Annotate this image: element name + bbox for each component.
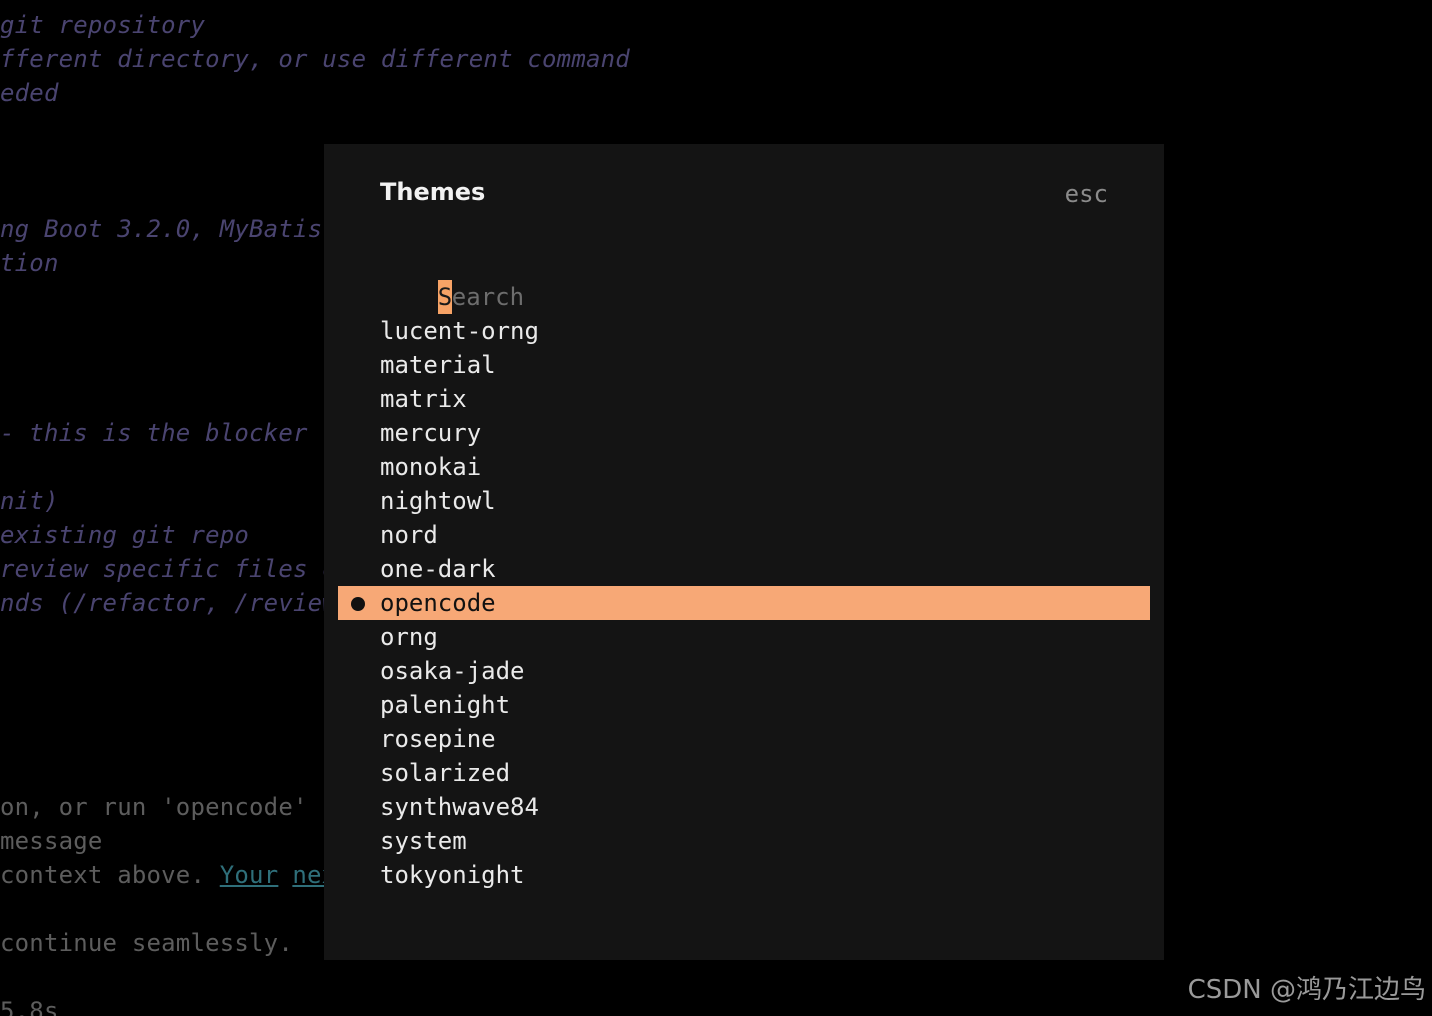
terminal-link[interactable]: Your: [220, 861, 279, 889]
terminal-line: - this is the blocker fo: [0, 419, 352, 447]
theme-label: opencode: [380, 589, 496, 617]
theme-item[interactable]: system: [338, 824, 1150, 858]
terminal-line: git repository: [0, 11, 206, 39]
search-placeholder: earch: [451, 283, 525, 311]
theme-label: nord: [380, 521, 438, 549]
theme-item[interactable]: osaka-jade: [338, 654, 1150, 688]
theme-label: solarized: [380, 759, 511, 787]
theme-item[interactable]: nord: [338, 518, 1150, 552]
theme-item[interactable]: material: [338, 348, 1150, 382]
theme-item[interactable]: solarized: [338, 756, 1150, 790]
theme-label: orng: [380, 623, 438, 651]
theme-item[interactable]: rosepine: [338, 722, 1150, 756]
theme-label: nightowl: [380, 487, 496, 515]
theme-label: system: [380, 827, 467, 855]
theme-list: lucent-orng material matrix mercury monokai n…: [338, 314, 1150, 892]
theme-item[interactable]: mercury: [338, 416, 1150, 450]
watermark: CSDN @鸿乃江边鸟: [1187, 975, 1426, 1005]
terminal-line: continue seamlessly.: [0, 929, 293, 957]
theme-item[interactable]: monokai: [338, 450, 1150, 484]
terminal-line: fferent directory, or use different comm…: [0, 45, 630, 73]
terminal-line: review specific files di: [0, 555, 352, 583]
terminal-line: nit): [0, 487, 59, 515]
terminal-line: 5.8s: [0, 997, 59, 1016]
selected-dot-icon: [351, 597, 365, 611]
theme-label: lucent-orng: [380, 317, 539, 345]
theme-label: material: [380, 351, 496, 379]
theme-label: monokai: [380, 453, 482, 481]
theme-item[interactable]: orng: [338, 620, 1150, 654]
terminal-line: existing git repo: [0, 521, 250, 549]
theme-item[interactable]: synthwave84: [338, 790, 1150, 824]
text-cursor: S: [437, 280, 452, 314]
theme-label: palenight: [380, 691, 511, 719]
terminal-line: on, or run 'opencode' in: [0, 793, 352, 821]
theme-label: tokyonight: [380, 861, 525, 889]
theme-item[interactable]: lucent-orng: [338, 314, 1150, 348]
theme-item[interactable]: tokyonight: [338, 858, 1150, 892]
theme-label: osaka-jade: [380, 657, 525, 685]
terminal-line: tion: [0, 249, 59, 277]
theme-label: matrix: [380, 385, 467, 413]
theme-item-selected[interactable]: opencode: [338, 586, 1150, 620]
theme-label: rosepine: [380, 725, 496, 753]
theme-label: one-dark: [380, 555, 496, 583]
dialog-title: Themes: [380, 178, 486, 206]
theme-label: mercury: [380, 419, 482, 447]
terminal-line: message: [0, 827, 103, 855]
terminal-line: ng Boot 3.2.0, MyBatis-: [0, 215, 337, 243]
theme-item[interactable]: palenight: [338, 688, 1150, 722]
terminal-line-with-links: context above. Your next: [0, 858, 351, 892]
theme-item[interactable]: one-dark: [338, 552, 1150, 586]
terminal-line-text: context above.: [0, 861, 206, 889]
theme-item[interactable]: nightowl: [338, 484, 1150, 518]
terminal-line: eded: [0, 79, 59, 107]
theme-item[interactable]: matrix: [338, 382, 1150, 416]
search-input[interactable]: Search: [380, 246, 524, 314]
themes-dialog: Themes esc Search lucent-orng material mat…: [324, 144, 1164, 960]
terminal-line: nds (/refactor, /review,: [0, 589, 352, 617]
theme-label: synthwave84: [380, 793, 539, 821]
close-button[interactable]: esc: [1065, 180, 1108, 208]
